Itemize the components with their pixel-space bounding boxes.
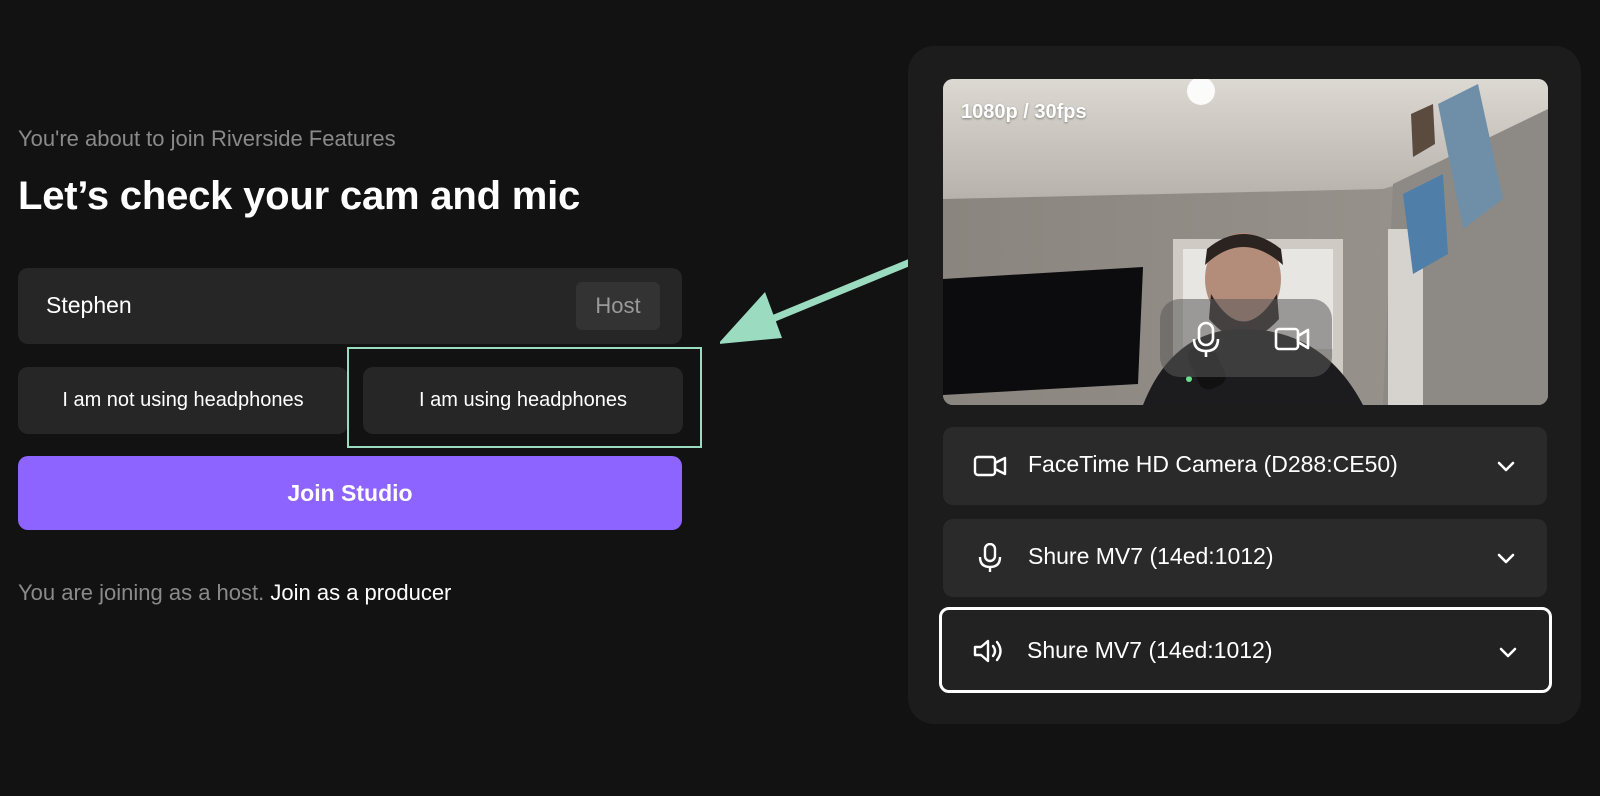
resolution-label: 1080p / 30fps bbox=[961, 101, 1087, 123]
camera-toggle-icon[interactable] bbox=[1270, 317, 1314, 361]
page-title: Let’s check your cam and mic bbox=[18, 174, 581, 218]
name-value[interactable]: Stephen bbox=[46, 292, 132, 319]
role-footer: You are joining as a host. Join as a pro… bbox=[18, 580, 451, 606]
speaker-icon bbox=[973, 639, 1002, 663]
name-input[interactable]: Stephen Host bbox=[18, 268, 682, 344]
speaker-select[interactable]: Shure MV7 (14ed:1012) bbox=[939, 607, 1552, 693]
annotation-arrow-icon bbox=[720, 250, 934, 344]
camera-select[interactable]: FaceTime HD Camera (D288:CE50) bbox=[943, 427, 1547, 505]
role-badge: Host bbox=[576, 282, 660, 330]
microphone-select[interactable]: Shure MV7 (14ed:1012) bbox=[943, 519, 1547, 597]
camera-preview: 1080p / 30fps bbox=[943, 79, 1548, 405]
microphone-icon bbox=[978, 543, 1002, 572]
media-toggle-group bbox=[1160, 299, 1332, 377]
join-as-producer-link[interactable]: Join as a producer bbox=[270, 580, 451, 605]
chevron-down-icon bbox=[1497, 553, 1515, 564]
speaker-device-label: Shure MV7 (14ed:1012) bbox=[1027, 637, 1273, 663]
join-studio-button[interactable]: Join Studio bbox=[18, 456, 682, 530]
headphones-highlight-box bbox=[347, 347, 702, 448]
footer-text: You are joining as a host. bbox=[18, 580, 265, 605]
video-camera-icon bbox=[973, 455, 1007, 477]
join-subtitle: You're about to join Riverside Features bbox=[18, 126, 396, 151]
microphone-toggle-icon[interactable] bbox=[1184, 317, 1228, 361]
not-using-headphones-button[interactable]: I am not using headphones bbox=[18, 367, 348, 434]
chevron-down-icon bbox=[1499, 647, 1517, 658]
microphone-device-label: Shure MV7 (14ed:1012) bbox=[1028, 543, 1274, 569]
chevron-down-icon bbox=[1497, 461, 1515, 472]
camera-device-label: FaceTime HD Camera (D288:CE50) bbox=[1028, 451, 1398, 477]
